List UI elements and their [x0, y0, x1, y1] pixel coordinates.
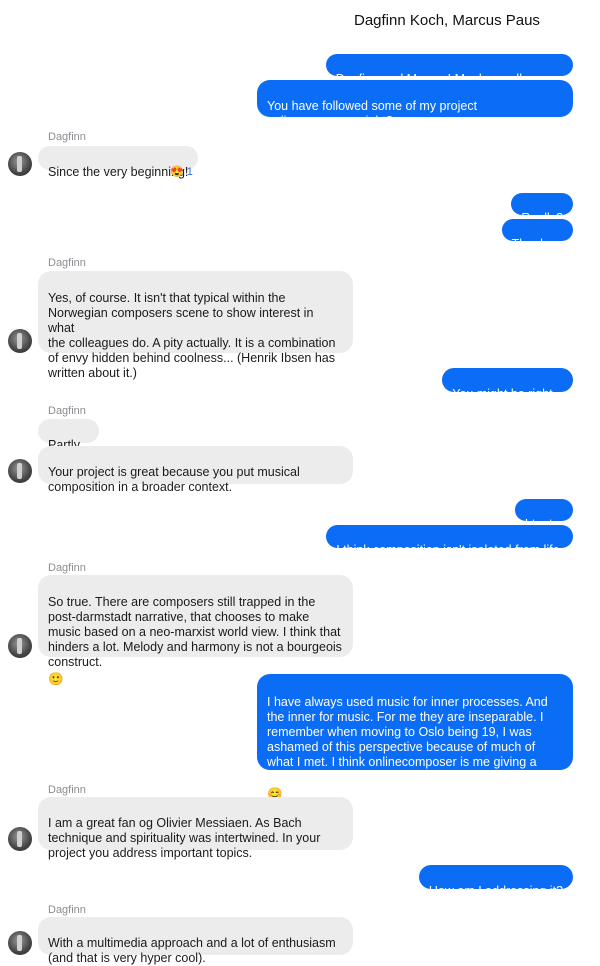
heart-eyes-emoji-icon: 😍	[170, 166, 184, 178]
message-outgoing[interactable]: I try to.	[514, 499, 573, 531]
message-text: Yes, of course. It isn't that typical wi…	[48, 291, 336, 380]
message-outgoing[interactable]: Really? ❤	[511, 193, 573, 242]
reaction-count: 1	[186, 166, 193, 178]
message-outgoing[interactable]: How am I addressing it?	[418, 865, 573, 898]
avatar[interactable]	[8, 634, 32, 658]
message-text: So true. There are composers still trapp…	[48, 595, 342, 669]
sender-name: Dagfinn	[48, 904, 86, 916]
conversation-title: Dagfinn Koch, Marcus Paus	[354, 12, 540, 29]
message-outgoing[interactable]: I have always used music for inner proce…	[257, 674, 573, 801]
message-incoming[interactable]: So true. There are composers still trapp…	[38, 575, 353, 686]
message-outgoing[interactable]: You have followed some of my project onl…	[257, 80, 573, 128]
message-text: Your project is great because you put mu…	[48, 465, 300, 494]
message-text: You might be right...	[452, 387, 563, 401]
message-outgoing[interactable]: Dagfinn and Marcus! My dear colleagues 😊	[325, 54, 573, 103]
message-incoming[interactable]: With a multimedia approach and a lot of …	[38, 917, 353, 965]
message-text: Since the very beginning!	[48, 165, 189, 179]
message-outgoing[interactable]: You might be right...	[442, 368, 573, 401]
avatar[interactable]	[8, 827, 32, 851]
message-outgoing[interactable]: I think composition isn't isolated from …	[326, 525, 573, 557]
message-text: With a multimedia approach and a lot of …	[48, 936, 336, 965]
smile-emoji-icon: 🙂	[48, 672, 64, 686]
message-incoming[interactable]: Your project is great because you put mu…	[38, 446, 353, 494]
sender-name: Dagfinn	[48, 131, 86, 143]
sender-name: Dagfinn	[48, 562, 86, 574]
message-text: You have followed some of my project onl…	[267, 99, 478, 128]
sender-name: Dagfinn	[48, 405, 86, 417]
sender-name: Dagfinn	[48, 257, 86, 269]
avatar[interactable]	[8, 329, 32, 353]
message-text: I have always used music for inner proce…	[267, 695, 548, 784]
avatar[interactable]	[8, 152, 32, 176]
message-incoming[interactable]: Yes, of course. It isn't that typical wi…	[38, 271, 353, 380]
message-text: I think composition isn't isolated from …	[336, 543, 563, 557]
conversation-header: Dagfinn Koch, Marcus Paus	[0, 0, 600, 44]
message-incoming[interactable]: Partly...	[38, 419, 100, 452]
message-reaction[interactable]: 😍 1	[170, 165, 193, 178]
message-text: How am I addressing it?	[428, 884, 563, 898]
message-outgoing[interactable]: Thanks...	[501, 219, 573, 251]
message-incoming[interactable]: I am a great fan og Olivier Messiaen. As…	[38, 797, 353, 860]
avatar[interactable]	[8, 931, 32, 955]
message-text: I am a great fan og Olivier Messiaen. As…	[48, 816, 321, 860]
sender-name: Dagfinn	[48, 784, 86, 796]
avatar[interactable]	[8, 459, 32, 483]
message-text: Thanks...	[511, 237, 563, 251]
